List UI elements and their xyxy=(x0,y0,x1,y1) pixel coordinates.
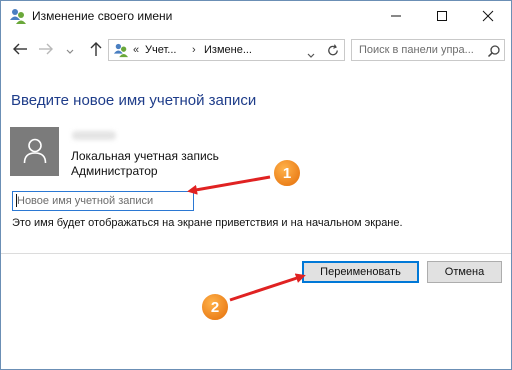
user-avatar-icon xyxy=(23,138,47,164)
search-icon[interactable] xyxy=(487,44,501,58)
breadcrumb-change-name[interactable]: Измене... xyxy=(204,44,252,56)
users-control-panel-icon xyxy=(9,8,27,25)
account-role-label: Администратор xyxy=(71,164,158,178)
name-display-hint: Это имя будет отображаться на экране при… xyxy=(12,217,403,229)
close-icon xyxy=(482,10,494,22)
users-control-panel-icon xyxy=(113,43,129,58)
refresh-button[interactable] xyxy=(325,43,341,58)
new-account-name-input[interactable] xyxy=(12,191,194,211)
refresh-icon xyxy=(328,44,338,56)
breadcrumb-separator: › xyxy=(192,44,196,56)
search-box[interactable]: Поиск в панели упра... xyxy=(351,39,505,61)
chevron-down-icon xyxy=(307,53,315,58)
user-avatar xyxy=(10,127,59,176)
breadcrumb-accounts[interactable]: Учет... xyxy=(145,44,176,56)
text-caret xyxy=(16,194,17,207)
address-overflow-chevron[interactable]: « xyxy=(133,44,139,56)
cancel-button[interactable]: Отмена xyxy=(427,261,502,283)
maximize-icon xyxy=(437,11,447,21)
page-heading: Введите новое имя учетной записи xyxy=(11,92,257,109)
arrow-up-icon xyxy=(90,42,102,56)
chevron-down-icon xyxy=(66,49,74,54)
current-username-redacted xyxy=(72,128,120,143)
title-bar[interactable]: Изменение своего имени xyxy=(1,1,511,31)
maximize-button[interactable] xyxy=(419,1,465,31)
address-bar[interactable]: « Учет... › Измене... xyxy=(108,39,345,61)
recent-locations-button[interactable] xyxy=(65,44,75,54)
arrow-right-icon xyxy=(39,43,53,55)
back-button[interactable] xyxy=(12,42,28,56)
forward-button[interactable] xyxy=(38,42,54,56)
search-placeholder: Поиск в панели упра... xyxy=(359,44,474,56)
account-type-label: Локальная учетная запись xyxy=(71,149,219,163)
minimize-icon xyxy=(391,15,401,17)
minimize-button[interactable] xyxy=(373,1,419,31)
rename-button[interactable]: Переименовать xyxy=(302,261,419,283)
dialog-window: Изменение своего имени « Учет... › Измен… xyxy=(0,0,512,370)
arrow-left-icon xyxy=(13,43,27,55)
up-button[interactable] xyxy=(88,41,104,56)
close-button[interactable] xyxy=(465,1,511,31)
window-title: Изменение своего имени xyxy=(32,9,173,23)
footer-divider xyxy=(1,253,511,254)
address-dropdown-button[interactable] xyxy=(306,47,316,58)
